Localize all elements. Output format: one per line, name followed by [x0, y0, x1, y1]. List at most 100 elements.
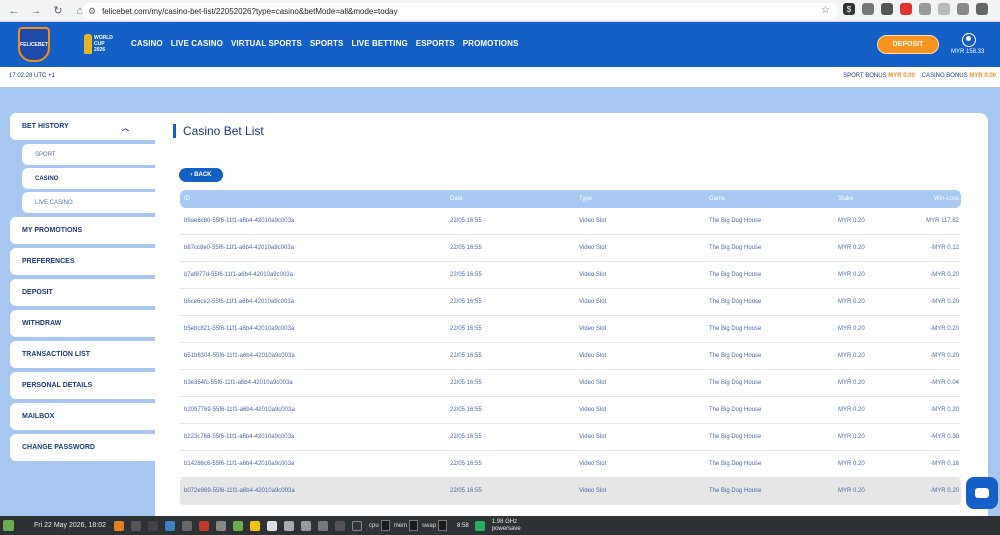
extension-shield-icon[interactable] — [862, 3, 874, 15]
main-nav: CASINO LIVE CASINO VIRTUAL SPORTS SPORTS LIV… — [131, 39, 526, 48]
sidebar-item-personal-details[interactable]: PERSONAL DETAILS — [10, 372, 155, 399]
cell-game: The Big Dog House — [709, 245, 762, 251]
nav-item-esports[interactable]: ESPORTS — [416, 39, 455, 48]
chrome-app-icon[interactable] — [165, 520, 175, 531]
table-row[interactable]: b6ce6ce2-55f6-11f1-a6b4-42010a9c003a 22/0… — [180, 289, 961, 316]
nav-item-sports[interactable]: SPORTS — [310, 39, 344, 48]
info-bar: 17:02:28 UTC +1 SPORT BONUS MYR 0.00 CAS… — [0, 67, 1000, 87]
casino-bonus-value: MYR 0.00 — [969, 73, 996, 79]
bookmark-star-icon[interactable]: ☆ — [821, 5, 830, 16]
back-label: BACK — [194, 172, 212, 178]
table-row[interactable]: b14286c6-55f6-11f1-a6b4-42010a9c003a 22/0… — [180, 451, 961, 478]
table-row[interactable]: b223c768-55f6-11f1-a6b4-42010a9c003a 22/0… — [180, 424, 961, 451]
extension-puzzle-icon[interactable] — [919, 3, 931, 15]
tool-icon[interactable] — [199, 520, 209, 531]
window2-icon[interactable] — [182, 520, 192, 531]
sport-bonus-value: MYR 0.00 — [888, 73, 915, 79]
felicebet-logo[interactable]: FELICEBET — [18, 27, 50, 62]
wrench-icon[interactable] — [216, 520, 226, 531]
sidebar-subitem-sport[interactable]: SPORT — [22, 144, 155, 165]
cell-date: 22/05 16:55 — [450, 353, 482, 359]
sidebar-subitem-live-casino[interactable]: LIVE CASINO — [22, 192, 155, 213]
extension-record-icon[interactable] — [900, 3, 912, 15]
table-row[interactable]: b51b6304-55f6-11f1-a6b4-42010a9c003a 22/0… — [180, 343, 961, 370]
world-cup-logo[interactable]: WORLD CUP 2026 — [84, 29, 118, 59]
column-header-win-loss: Win-Loss — [933, 196, 959, 202]
sidebar-item-my-promotions[interactable]: MY PROMOTIONS — [10, 217, 155, 244]
display-icon[interactable] — [352, 520, 362, 531]
trophy-icon — [84, 34, 92, 54]
sidebar-item-withdraw[interactable]: WITHDRAW — [10, 310, 155, 337]
sidebar-item-bet-history[interactable]: BET HISTORY ︿ — [10, 113, 155, 140]
profile-icon[interactable] — [976, 3, 988, 15]
nav-item-casino[interactable]: CASINO — [131, 39, 163, 48]
sport-bonus-label: SPORT BONUS — [843, 73, 887, 79]
site-info-icon[interactable]: ⚙ — [88, 6, 96, 17]
back-button[interactable]: ‹ BACK — [179, 168, 223, 182]
sidebar-item-mailbox[interactable]: MAILBOX — [10, 403, 155, 430]
cell-type: Video Slot — [579, 380, 607, 386]
cell-date: 22/05 16:55 — [450, 434, 482, 440]
address-bar[interactable]: ⚙ felicebet.com/my/casino-bet-list/22052… — [82, 3, 838, 19]
deposit-button[interactable]: DEPOSIT — [877, 35, 939, 54]
cell-id: b6ce6ce2-55f6-11f1-a6b4-42010a9c003a — [184, 299, 294, 305]
nav-item-live-betting[interactable]: LIVE BETTING — [351, 39, 407, 48]
table-row[interactable]: b87cc8e0-55f6-11f1-a6b4-42010a9c003a 22/0… — [180, 235, 961, 262]
cell-stake: MYR 0.20 — [838, 461, 865, 467]
cell-type: Video Slot — [579, 488, 607, 494]
sidebar-item-transaction-list[interactable]: TRANSACTION LIST — [10, 341, 155, 368]
bet-table: ID Date Type Game Stake Win-Loss b9ae6c8… — [180, 190, 961, 505]
extension-flask-icon[interactable] — [957, 3, 969, 15]
window-icon[interactable] — [148, 520, 158, 531]
nav-item-live-casino[interactable]: LIVE CASINO — [171, 39, 223, 48]
cell-win-loss: -MYR 0.20 — [930, 326, 959, 332]
table-row[interactable]: b072e969-55f6-11f1-a6b4-42010a9c003a 22/0… — [180, 478, 961, 505]
app-launcher-icon[interactable] — [114, 520, 124, 531]
table-row[interactable]: b3e354fc-55f6-11f1-a6b4-42010a9c003a 22/0… — [180, 370, 961, 397]
extension-dollar-icon[interactable]: $ — [843, 3, 855, 15]
user-icon[interactable] — [962, 33, 976, 47]
back-arrow-icon[interactable]: ← — [6, 3, 22, 19]
taskbar-date: Fri 22 May 2026, 18:02 — [34, 522, 106, 529]
kebab-menu-icon[interactable]: ⋮ — [995, 3, 1000, 15]
chat-button[interactable] — [966, 477, 998, 509]
cell-type: Video Slot — [579, 218, 607, 224]
bluetooth-icon[interactable] — [301, 520, 311, 531]
table-row[interactable]: b5ebc821-55f6-11f1-a6b4-42010a9c003a 22/0… — [180, 316, 961, 343]
table-row[interactable]: b7af877d-55f6-11f1-a6b4-42010a9c003a 22/0… — [180, 262, 961, 289]
forward-arrow-icon[interactable]: → — [28, 3, 44, 19]
cell-win-loss: -MYR 0.30 — [930, 434, 959, 440]
network-icon[interactable] — [335, 520, 345, 531]
column-header-type: Type — [579, 196, 593, 202]
cpu-freq: 1.98 GHz powersave — [492, 519, 521, 533]
sidebar-subitem-casino[interactable]: CASINO — [22, 168, 155, 189]
page-title: Casino Bet List — [173, 124, 264, 138]
bell-icon[interactable] — [267, 520, 277, 531]
start-menu-icon[interactable] — [3, 520, 14, 531]
cell-stake: MYR 0.20 — [838, 326, 865, 332]
nav-item-promotions[interactable]: PROMOTIONS — [463, 39, 519, 48]
reload-icon[interactable]: ↻ — [50, 3, 66, 19]
column-header-date: Date — [450, 196, 463, 202]
notes-icon[interactable] — [233, 520, 243, 531]
cell-date: 22/05 16:55 — [450, 461, 482, 467]
extension-shield2-icon[interactable] — [881, 3, 893, 15]
cell-id: b9ae6c80-55f6-11f1-a6b4-42010a9c003a — [184, 218, 295, 224]
table-row[interactable]: b2097769-55f6-11f1-a6b4-42010a9c003a 22/0… — [180, 397, 961, 424]
cell-game: The Big Dog House — [709, 434, 762, 440]
cell-game: The Big Dog House — [709, 461, 762, 467]
sidebar-item-change-password[interactable]: CHANGE PASSWORD — [10, 434, 155, 461]
cell-date: 22/05 16:55 — [450, 272, 482, 278]
sidebar-item-deposit[interactable]: DEPOSIT — [10, 279, 155, 306]
volume-icon[interactable] — [284, 520, 294, 531]
folder-icon[interactable] — [250, 520, 260, 531]
sidebar-toggle-icon[interactable] — [938, 3, 950, 15]
sidebar-item-preferences[interactable]: PREFERENCES — [10, 248, 155, 275]
nav-item-virtual-sports[interactable]: VIRTUAL SPORTS — [231, 39, 302, 48]
table-row[interactable]: b9ae6c80-55f6-11f1-a6b4-42010a9c003a 22/0… — [180, 208, 961, 235]
cell-date: 22/05 16:55 — [450, 218, 482, 224]
cell-type: Video Slot — [579, 461, 607, 467]
cell-type: Video Slot — [579, 353, 607, 359]
shield-tray-icon[interactable] — [318, 520, 328, 531]
terminal-icon[interactable] — [131, 520, 141, 531]
